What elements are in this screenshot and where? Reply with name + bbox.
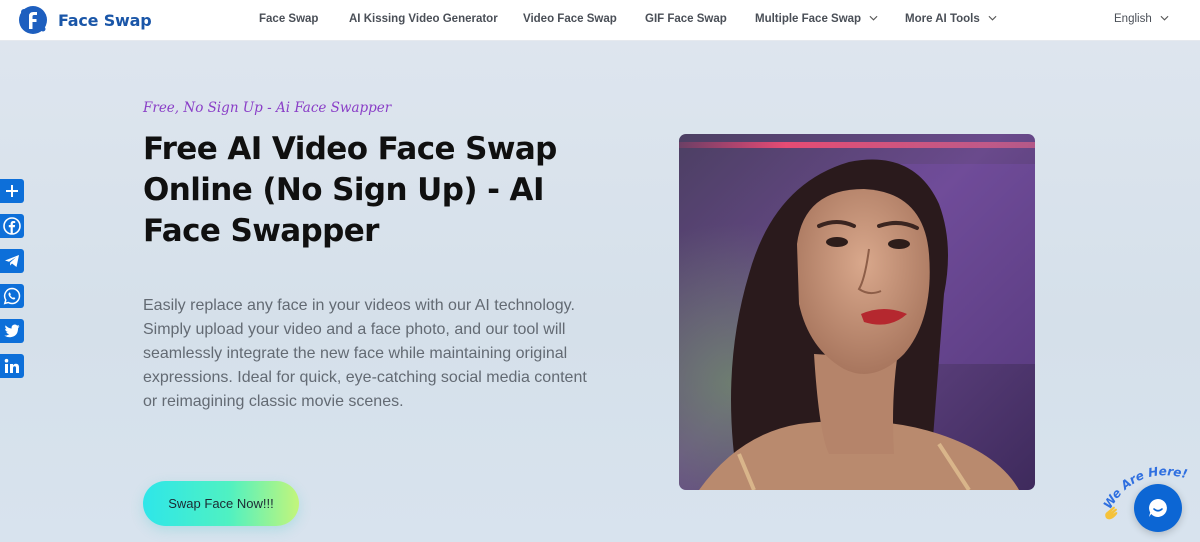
nav-link-ai-kissing-video-generator[interactable]: AI Kissing Video Generator: [349, 13, 498, 25]
share-icon: [6, 185, 18, 197]
chat-widget: We Are Here!: [1098, 452, 1200, 542]
chevron-down-icon: [869, 15, 878, 21]
swap-face-now-button[interactable]: Swap Face Now!!!: [143, 481, 299, 526]
telegram-icon: [5, 255, 19, 267]
open-chat-button[interactable]: [1134, 484, 1182, 532]
language-selector[interactable]: English: [1114, 13, 1169, 25]
nav-link-face-swap[interactable]: Face Swap: [259, 13, 318, 25]
linkedin-share-button[interactable]: [0, 354, 24, 378]
top-nav: Face Swap Face Swap AI Kissing Video Gen…: [0, 0, 1200, 41]
twitter-icon: [4, 324, 20, 338]
face-swap-logo-icon: [19, 6, 47, 34]
chat-bubble-icon: [1149, 499, 1167, 517]
telegram-share-button[interactable]: [0, 249, 24, 273]
social-share-bar: [0, 179, 24, 389]
whatsapp-icon: [3, 287, 21, 305]
nav-link-video-face-swap[interactable]: Video Face Swap: [523, 13, 617, 25]
share-button[interactable]: [0, 179, 24, 203]
waving-hand-icon: [1105, 506, 1118, 520]
chevron-down-icon: [1160, 15, 1169, 21]
facebook-icon: [3, 217, 21, 235]
nav-link-gif-face-swap[interactable]: GIF Face Swap: [645, 13, 727, 25]
brand-logo-link[interactable]: Face Swap: [17, 4, 152, 36]
hero-portrait-image: [679, 134, 1035, 490]
linkedin-icon: [4, 358, 19, 373]
language-label: English: [1114, 13, 1152, 25]
nav-dropdown-multiple-face-swap[interactable]: Multiple Face Swap: [755, 13, 878, 25]
whatsapp-share-button[interactable]: [0, 284, 24, 308]
nav-dropdown-label: More AI Tools: [905, 13, 980, 25]
hero-description: Easily replace any face in your videos w…: [143, 297, 587, 410]
chevron-down-icon: [988, 15, 997, 21]
woman-portrait-illustration: [679, 134, 1035, 490]
nav-dropdown-more-ai-tools[interactable]: More AI Tools: [905, 13, 997, 25]
hero-tagline: Free, No Sign Up - Ai Face Swapper: [143, 100, 392, 116]
twitter-share-button[interactable]: [0, 319, 24, 343]
brand-name: Face Swap: [58, 10, 152, 30]
facebook-share-button[interactable]: [0, 214, 24, 238]
nav-dropdown-label: Multiple Face Swap: [755, 13, 862, 25]
page-title: Free AI Video Face Swap Online (No Sign …: [143, 131, 557, 249]
